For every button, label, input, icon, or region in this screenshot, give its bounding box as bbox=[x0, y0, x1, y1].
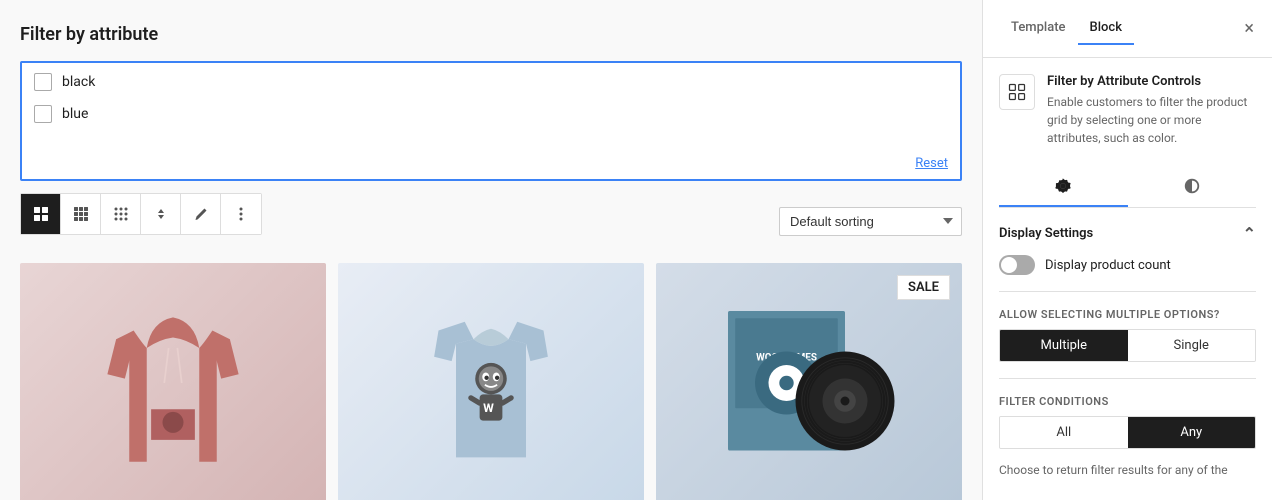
pencil-icon bbox=[193, 206, 209, 222]
product-card-hoodie[interactable] bbox=[20, 263, 326, 500]
toolbar-row: Default sorting Sort by popularity Sort … bbox=[20, 193, 962, 249]
filter-conditions-group: All Any bbox=[999, 416, 1256, 449]
filter-box: black blue Reset bbox=[20, 61, 962, 181]
block-info-text: Filter by Attribute Controls Enable cust… bbox=[1047, 74, 1256, 147]
hoodie-image bbox=[103, 283, 243, 483]
filter-item-black[interactable]: black bbox=[34, 73, 948, 91]
dots-grid-icon bbox=[113, 206, 129, 222]
tshirt-image: W bbox=[421, 288, 561, 478]
icon-tabs bbox=[999, 167, 1256, 208]
section-divider-1 bbox=[999, 291, 1256, 292]
toolbar-btn-dots-grid[interactable] bbox=[101, 194, 141, 234]
block-controls-icon bbox=[1007, 82, 1027, 102]
icon-tab-contrast[interactable] bbox=[1128, 167, 1257, 207]
btn-all[interactable]: All bbox=[1000, 417, 1128, 448]
toolbar-btn-chevron-updown[interactable] bbox=[141, 194, 181, 234]
vinyl-image: WOOTHEMES bbox=[719, 283, 899, 483]
block-info: Filter by Attribute Controls Enable cust… bbox=[999, 74, 1256, 147]
gear-icon bbox=[1054, 177, 1072, 195]
filter-conditions-description: Choose to return filter results for any … bbox=[999, 461, 1256, 479]
toolbar-btn-grid2x2[interactable] bbox=[21, 194, 61, 234]
block-description: Enable customers to filter the product g… bbox=[1047, 93, 1256, 147]
display-product-count-row: Display product count bbox=[999, 255, 1256, 275]
tab-group: Template Block bbox=[999, 12, 1134, 45]
btn-single[interactable]: Single bbox=[1128, 330, 1256, 361]
sale-badge: SALE bbox=[897, 275, 950, 300]
toolbar-btn-more[interactable] bbox=[221, 194, 261, 234]
grid-2x2-icon bbox=[33, 206, 49, 222]
more-vertical-icon bbox=[233, 206, 249, 222]
tab-template[interactable]: Template bbox=[999, 12, 1078, 45]
contrast-icon bbox=[1183, 177, 1201, 195]
right-panel: Template Block × Filter by Attribute Con… bbox=[982, 0, 1272, 500]
right-panel-body: Filter by Attribute Controls Enable cust… bbox=[983, 58, 1272, 500]
section-divider-2 bbox=[999, 378, 1256, 379]
filter-label-blue: blue bbox=[62, 106, 88, 122]
toolbar bbox=[20, 193, 262, 235]
block-title: Filter by Attribute Controls bbox=[1047, 74, 1256, 89]
close-button[interactable]: × bbox=[1242, 18, 1256, 40]
grid-dots-icon bbox=[73, 206, 89, 222]
chevron-updown-icon bbox=[153, 206, 169, 222]
product-card-tshirt[interactable]: W bbox=[338, 263, 644, 500]
page-title: Filter by attribute bbox=[20, 24, 962, 45]
tab-block[interactable]: Block bbox=[1078, 12, 1134, 45]
product-card-vinyl[interactable]: SALE WOOTHEMES bbox=[656, 263, 962, 500]
right-panel-header: Template Block × bbox=[983, 0, 1272, 58]
btn-any[interactable]: Any bbox=[1128, 417, 1256, 448]
checkbox-black[interactable] bbox=[34, 73, 52, 91]
display-settings-title: Display Settings ⌃ bbox=[999, 224, 1256, 243]
filter-item-blue[interactable]: blue bbox=[34, 105, 948, 123]
display-product-count-label: Display product count bbox=[1045, 258, 1171, 273]
allow-multiple-group: Multiple Single bbox=[999, 329, 1256, 362]
product-grid: W SALE WOOTHEMES bbox=[20, 263, 962, 500]
btn-multiple[interactable]: Multiple bbox=[1000, 330, 1128, 361]
display-settings-chevron[interactable]: ⌃ bbox=[1243, 224, 1256, 243]
toolbar-btn-grid-dots[interactable] bbox=[61, 194, 101, 234]
reset-link[interactable]: Reset bbox=[915, 156, 948, 171]
display-product-count-toggle[interactable] bbox=[999, 255, 1035, 275]
block-icon bbox=[999, 74, 1035, 110]
toolbar-btn-pencil[interactable] bbox=[181, 194, 221, 234]
allow-multiple-label: ALLOW SELECTING MULTIPLE OPTIONS? bbox=[999, 308, 1256, 321]
filter-label-black: black bbox=[62, 74, 95, 90]
checkbox-blue[interactable] bbox=[34, 105, 52, 123]
sort-dropdown[interactable]: Default sorting Sort by popularity Sort … bbox=[779, 207, 962, 236]
left-panel: Filter by attribute black blue Reset bbox=[0, 0, 982, 500]
svg-text:W: W bbox=[483, 401, 494, 415]
filter-conditions-label: FILTER CONDITIONS bbox=[999, 395, 1256, 408]
icon-tab-gear[interactable] bbox=[999, 167, 1128, 207]
